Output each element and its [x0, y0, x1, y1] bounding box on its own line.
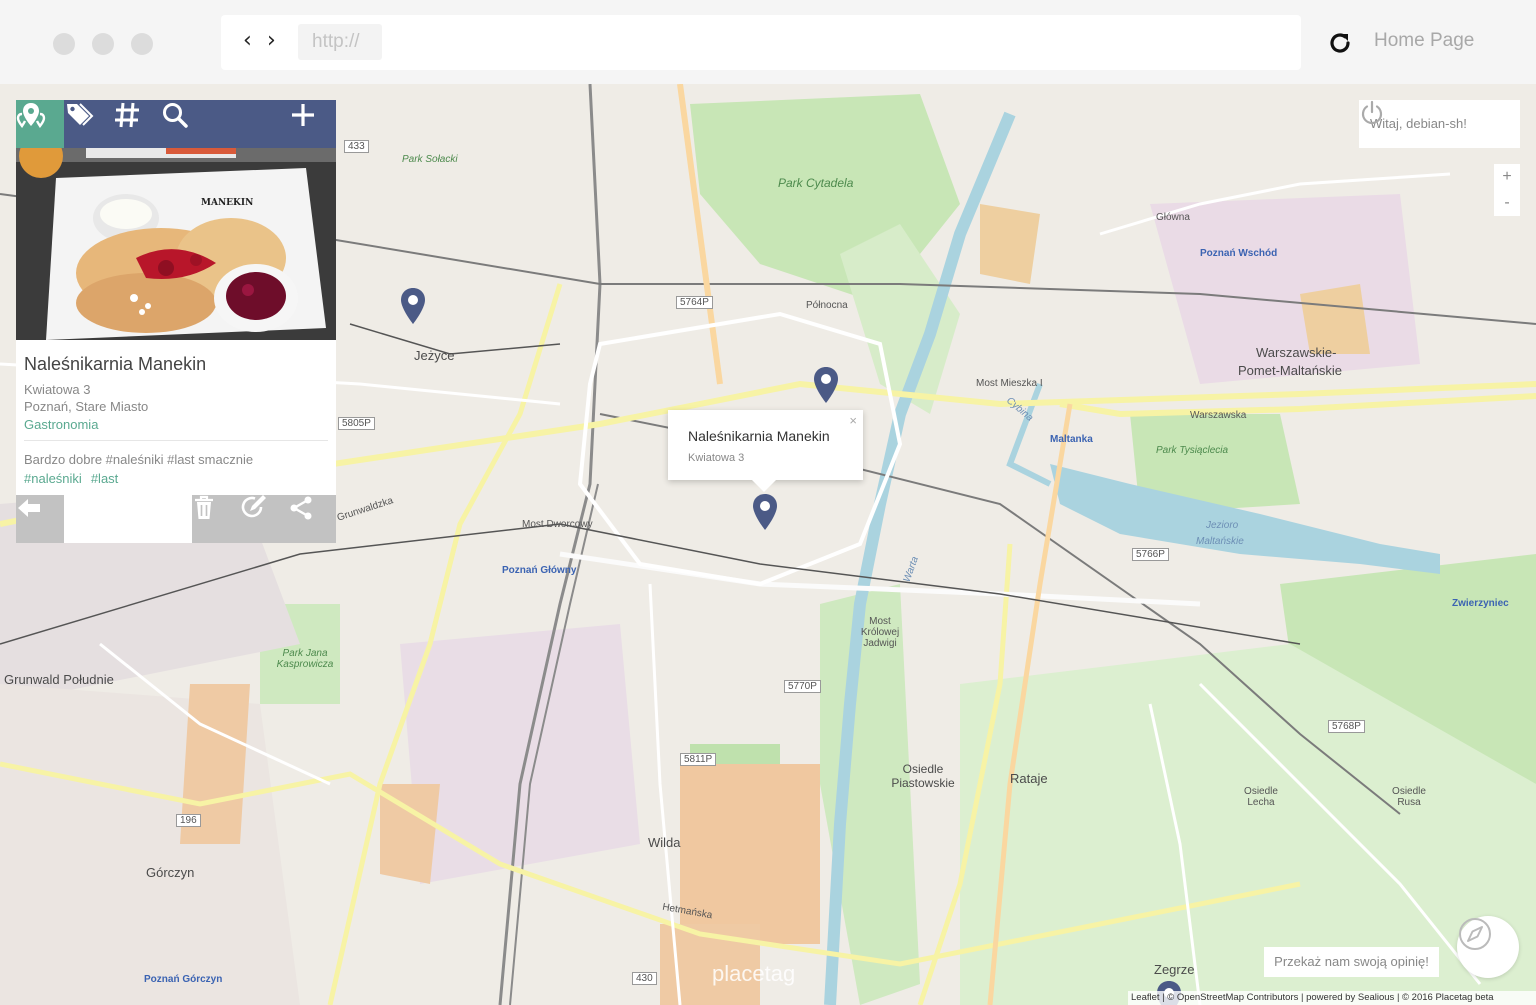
map-label: 5766P: [1132, 548, 1169, 561]
zoom-control: + -: [1494, 164, 1520, 216]
tags-button[interactable]: [64, 100, 112, 148]
user-box: Witaj, debian-sh!: [1359, 100, 1520, 148]
map-label: 433: [344, 140, 369, 153]
map-label: Zwierzyniec: [1452, 598, 1509, 609]
map-label: Północna: [806, 300, 848, 311]
place-tags: #naleśniki #last: [24, 471, 127, 486]
place-photo: MANEKIN: [16, 148, 336, 340]
map-label: Park Cytadela: [778, 176, 854, 190]
map-view[interactable]: Jeżyce Park Sołacki Park Cytadela Poznań…: [0, 84, 1536, 1005]
map-label: Park Jana Kasprowicza: [276, 648, 334, 670]
place-category[interactable]: Gastronomia: [24, 417, 98, 432]
map-label: 5768P: [1328, 720, 1365, 733]
arrow-left-icon: [18, 499, 40, 517]
browser-chrome: ‹ › http:// Home Page: [0, 0, 1536, 84]
power-icon[interactable]: [1359, 100, 1385, 126]
map-marker[interactable]: [812, 365, 840, 405]
search-icon: [163, 103, 188, 128]
delete-button[interactable]: [192, 495, 240, 543]
zoom-in-button[interactable]: +: [1494, 164, 1520, 190]
marker-popup: Naleśnikarnia Manekin Kwiatowa 3 ×: [668, 410, 863, 492]
map-label: Wilda: [648, 835, 681, 850]
share-icon: [290, 496, 312, 520]
popup-close-button[interactable]: ×: [849, 413, 857, 428]
map-label: Grunwald Południe: [4, 672, 114, 687]
popup-address: Kwiatowa 3: [688, 452, 745, 464]
place-card: Naleśnikarnia Manekin Kwiatowa 3 Poznań,…: [16, 340, 336, 495]
home-page-link[interactable]: Home Page: [1374, 30, 1474, 52]
map-label: Osiedle Lecha: [1244, 786, 1278, 808]
popup-title: Naleśnikarnia Manekin: [688, 428, 830, 444]
locate-button[interactable]: [1457, 916, 1519, 978]
map-label: 196: [176, 814, 201, 827]
map-label: Most Mieszka I: [976, 378, 1043, 389]
reload-icon[interactable]: [1326, 29, 1354, 57]
map-label: Pomet-Maltańskie: [1238, 363, 1343, 378]
tag-link[interactable]: #last: [91, 471, 118, 486]
compass-icon: [1459, 918, 1491, 950]
back-button[interactable]: ‹: [243, 29, 252, 53]
place-street: Kwiatowa 3: [24, 382, 91, 397]
map-label: Rataje: [1010, 771, 1048, 786]
place-name: Naleśnikarnia Manekin: [24, 354, 207, 374]
edit-icon: [241, 495, 266, 518]
add-icon: [292, 104, 314, 126]
map-label: Most Dworcowy: [522, 519, 593, 530]
window-close-dot[interactable]: [53, 33, 75, 55]
place-actions: [16, 495, 336, 543]
map-label: Most Królowej Jadwigi: [860, 616, 900, 649]
hashtag-button[interactable]: [112, 100, 160, 148]
action-input[interactable]: [64, 495, 192, 543]
map-label: Poznań Główny: [502, 565, 577, 576]
map-label: Maltanka: [1050, 434, 1093, 445]
map-attribution[interactable]: Leaflet | © OpenStreetMap Contributors |…: [1128, 991, 1536, 1005]
places-icon: [16, 103, 46, 129]
map-label: Warszawskie-: [1256, 345, 1337, 360]
map-marker-selected[interactable]: [751, 492, 779, 532]
hashtag-icon: [115, 102, 139, 128]
map-label: Park Sołacki: [402, 154, 458, 165]
place-city: Poznań, Stare Miasto: [24, 399, 149, 414]
feedback-button[interactable]: Przekaż nam swoją opinię!: [1264, 947, 1439, 977]
map-label: 5764P: [676, 296, 713, 309]
zoom-out-button[interactable]: -: [1494, 190, 1520, 216]
map-label: 5805P: [338, 417, 375, 430]
map-label: 5811P: [680, 753, 717, 766]
map-label: Park Tysiąclecia: [1156, 445, 1229, 456]
pancakes-image: MANEKIN: [16, 148, 336, 340]
sidebar-toolbar: [16, 100, 336, 148]
places-button[interactable]: [16, 100, 64, 148]
trash-icon: [195, 495, 213, 519]
map-label: Główna: [1156, 212, 1190, 223]
url-input[interactable]: http://: [298, 24, 382, 60]
map-label: Osiedle Rusa: [1392, 786, 1426, 808]
window-maximize-dot[interactable]: [131, 33, 153, 55]
map-label: Poznań Wschód: [1200, 248, 1278, 259]
map-label: Jezioro: [1206, 520, 1239, 531]
map-label: Jeżyce: [414, 348, 455, 363]
search-button[interactable]: [160, 100, 208, 148]
back-action-button[interactable]: [16, 495, 64, 543]
add-place-button[interactable]: [288, 100, 336, 148]
address-bar: ‹ › http://: [221, 15, 1301, 70]
map-label: Warszawska: [1190, 410, 1247, 421]
window-minimize-dot[interactable]: [92, 33, 114, 55]
photo-sign: MANEKIN: [201, 198, 253, 208]
forward-button[interactable]: ›: [267, 29, 276, 53]
tag-link[interactable]: #naleśniki: [24, 471, 82, 486]
edit-button[interactable]: [240, 495, 288, 543]
map-label: Zegrze: [1154, 962, 1195, 977]
tags-icon: [67, 103, 94, 126]
divider: [24, 440, 328, 441]
map-marker[interactable]: [399, 286, 427, 326]
map-label: 430: [632, 972, 657, 985]
map-label: Maltańskie: [1196, 536, 1244, 547]
map-label: Poznań Górczyn: [144, 974, 223, 985]
place-description: Bardzo dobre #naleśniki #last smacznie: [24, 452, 254, 467]
map-label: Osiedle Piastowskie: [891, 762, 955, 790]
map-label: Górczyn: [146, 865, 195, 880]
map-label: 5770P: [784, 680, 821, 693]
placetag-watermark: placetag: [712, 961, 796, 986]
share-button[interactable]: [288, 495, 336, 543]
